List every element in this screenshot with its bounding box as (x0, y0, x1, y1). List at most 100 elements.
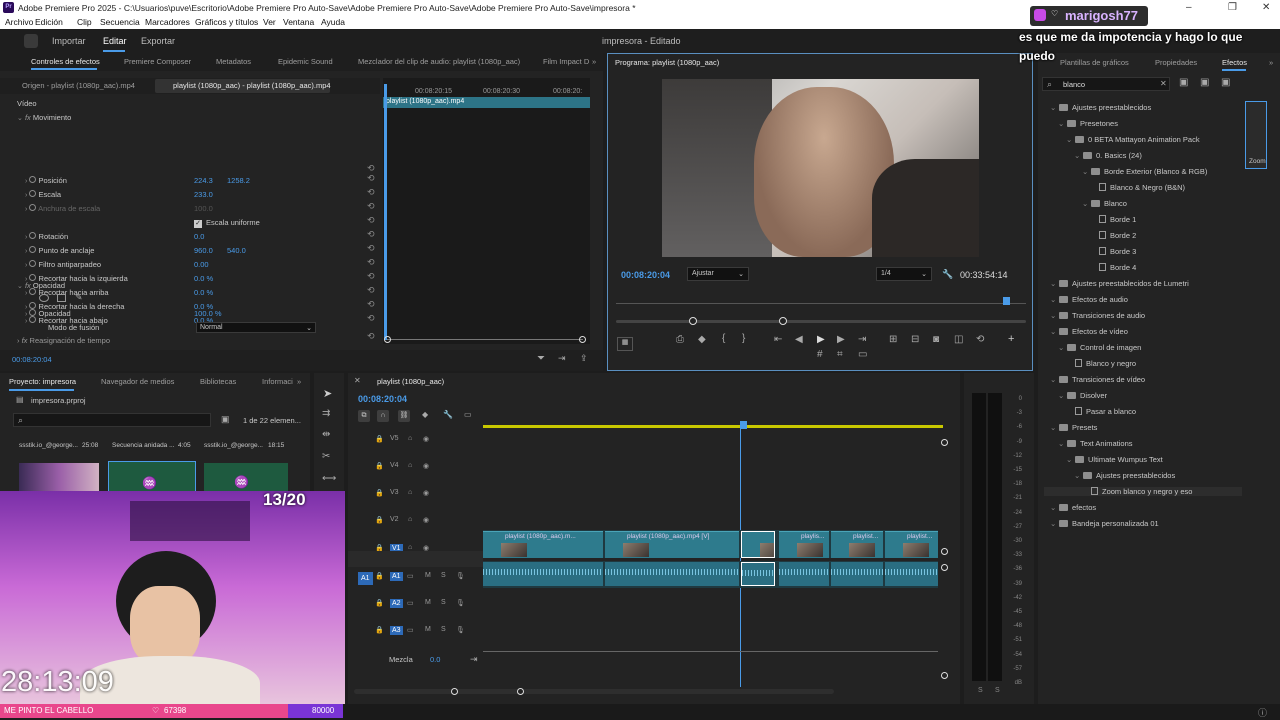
timeline-playhead-handle[interactable] (740, 421, 747, 429)
track-select-tool-icon[interactable]: ⇉ (322, 408, 330, 419)
effects-folder[interactable]: ⌄ Presets (1050, 423, 1097, 432)
chevron-down-icon[interactable]: ⌄ (1050, 327, 1059, 336)
crop-icon[interactable]: ⌗ (837, 349, 843, 360)
tab-importar[interactable]: Importar (52, 36, 86, 46)
add-marker-icon[interactable]: ◆ (422, 410, 428, 419)
program-playhead-timecode[interactable]: 00:08:20:04 (621, 270, 670, 280)
32bit-icon[interactable]: ▣ (1200, 77, 1209, 88)
chevron-down-icon[interactable]: ⌄ (1058, 439, 1067, 448)
stopwatch-icon[interactable] (29, 309, 37, 316)
video-clip[interactable]: playlist... (831, 531, 883, 558)
selection-tool-icon[interactable]: ➤ (323, 387, 332, 400)
effects-folder[interactable]: ⌄ Ultimate Wumpus Text (1066, 455, 1163, 464)
video-clip[interactable]: playlist (1080p_aac).mp4 [V] (605, 531, 739, 558)
effects-preset[interactable]: Borde 3 (1090, 247, 1136, 256)
menu-archivo[interactable]: Archivo (5, 17, 33, 27)
property-value[interactable]: 100.0 (194, 204, 213, 218)
effects-search-input[interactable]: blanco (1063, 80, 1085, 89)
reset-icon[interactable]: ⟲ (367, 229, 375, 240)
menu-ver[interactable]: Ver (263, 17, 276, 27)
timeline-tab[interactable]: playlist (1080p_aac) (377, 377, 444, 386)
safe-margins-icon[interactable]: # (817, 349, 823, 360)
timeline-timecode[interactable]: 00:08:20:04 (358, 394, 407, 404)
stopwatch-icon[interactable] (29, 204, 37, 211)
solo-icon[interactable]: S (441, 572, 446, 579)
track-label[interactable]: V3 (390, 489, 399, 496)
mic-icon[interactable]: 🎙 (456, 572, 465, 580)
chevron-down-icon[interactable]: ⌄ (1050, 279, 1059, 288)
reset-icon[interactable]: ⟲ (367, 163, 375, 174)
mini-playhead[interactable] (384, 84, 387, 340)
effects-folder[interactable]: ⌄ Control de imagen (1058, 343, 1141, 352)
overwrite-icon[interactable]: ⊟ (911, 334, 919, 345)
compare-icon[interactable]: ◫ (954, 334, 963, 345)
chevron-down-icon[interactable]: ⌄ (1074, 471, 1083, 480)
chevron-down-icon[interactable]: ⌄ (1050, 295, 1059, 304)
chevron-down-icon[interactable]: ⌄ (1074, 151, 1083, 160)
program-ruler[interactable] (616, 303, 1026, 304)
menu-ayuda[interactable]: Ayuda (321, 17, 345, 27)
video-clip[interactable]: playlist... (885, 531, 938, 558)
chevron-right-icon[interactable]: › (25, 178, 27, 185)
ellipse-mask-icon[interactable] (39, 294, 49, 302)
lock-icon[interactable]: 🔒 (375, 489, 384, 497)
chevron-right-icon[interactable]: › (25, 234, 27, 241)
lock-icon[interactable]: 🔒 (375, 435, 384, 443)
property-value[interactable]: 0.00 (194, 260, 209, 274)
track-label[interactable]: A1 (390, 572, 403, 581)
effects-preset[interactable]: Blanco y negro (1066, 359, 1136, 368)
reset-icon[interactable]: ⟲ (367, 331, 375, 342)
tab-premiere-composer[interactable]: Premiere Composer (124, 57, 191, 66)
chevron-down-icon[interactable]: ⌄ (17, 115, 23, 122)
audio-clip[interactable] (885, 562, 938, 586)
close-tab-icon[interactable]: ✕ (354, 376, 361, 385)
chevron-down-icon[interactable]: ⌄ (1050, 375, 1059, 384)
track-label[interactable]: V4 (390, 462, 399, 469)
quality-select[interactable]: 1/4 ⌄ (876, 267, 932, 281)
time-remap-row[interactable]: › fx Reasignación de tiempo (17, 336, 110, 350)
mute-icon[interactable]: M (425, 599, 431, 606)
mute-icon[interactable]: M (425, 626, 431, 633)
track-label[interactable]: V2 (390, 516, 399, 523)
effects-folder[interactable]: ⌄ 0 BETA Mattayon Animation Pack (1066, 135, 1200, 144)
ripple-tool-icon[interactable]: ⇹ (322, 429, 330, 440)
effects-folder[interactable]: ⌄ Ajustes preestablecidos de Lumetri (1050, 279, 1189, 288)
reset-icon[interactable]: ⟲ (367, 187, 375, 198)
stopwatch-icon[interactable] (29, 302, 37, 309)
camera-icon[interactable]: ◙ (933, 334, 939, 345)
reset-icon[interactable]: ⟲ (367, 257, 375, 268)
lock-icon[interactable]: 🔒 (375, 599, 384, 607)
audio-clip[interactable] (483, 562, 603, 586)
v-scroll-handle[interactable] (941, 439, 948, 446)
mic-icon[interactable]: 🎙 (456, 626, 465, 634)
tab-film-impact[interactable]: Film Impact D (543, 57, 589, 66)
program-tab[interactable]: Programa: playlist (1080p_aac) (615, 58, 719, 67)
razor-tool-icon[interactable]: ✂ (322, 451, 330, 462)
effects-folder[interactable]: ⌄ Ajustes preestablecidos (1050, 103, 1151, 112)
source-origen[interactable]: Origen - playlist (1080p_aac).mp4 (22, 81, 135, 90)
effects-folder[interactable]: ⌄ efectos (1050, 503, 1096, 512)
more-tabs-icon[interactable]: » (592, 57, 596, 66)
eye-icon[interactable]: ◉ (423, 516, 429, 524)
mini-clip[interactable]: playlist (1080p_aac).mp4 (383, 97, 590, 108)
sync-lock-icon[interactable]: ▭ (407, 626, 414, 634)
effects-preset[interactable]: Pasar a blanco (1066, 407, 1136, 416)
close-icon[interactable]: ✕ (1262, 2, 1270, 13)
track-label[interactable]: A2 (390, 599, 403, 608)
stopwatch-icon[interactable] (29, 260, 37, 267)
effects-folder[interactable]: ⌄ Borde Exterior (Blanco & RGB) (1082, 167, 1207, 176)
tab-metadatos[interactable]: Metadatos (216, 57, 251, 66)
mute-icon[interactable]: M (425, 572, 431, 579)
maximize-icon[interactable]: ❐ (1228, 2, 1237, 13)
tab-informacion[interactable]: Informaci (262, 377, 293, 386)
program-zoom-bar[interactable] (616, 320, 1026, 323)
chevron-right-icon[interactable]: › (25, 192, 27, 199)
effects-folder[interactable]: ⌄ Ajustes preestablecidos (1074, 471, 1175, 480)
chevron-right-icon[interactable]: › (25, 248, 27, 255)
reset-icon[interactable]: ⟲ (367, 313, 375, 324)
mic-icon[interactable]: 🎙 (456, 599, 465, 607)
effects-folder[interactable]: ⌄ Text Animations (1058, 439, 1133, 448)
accelerated-icon[interactable]: ▣ (1179, 77, 1188, 88)
stopwatch-icon[interactable] (29, 274, 37, 281)
go-to-in-icon[interactable]: ⇤ (774, 334, 782, 345)
